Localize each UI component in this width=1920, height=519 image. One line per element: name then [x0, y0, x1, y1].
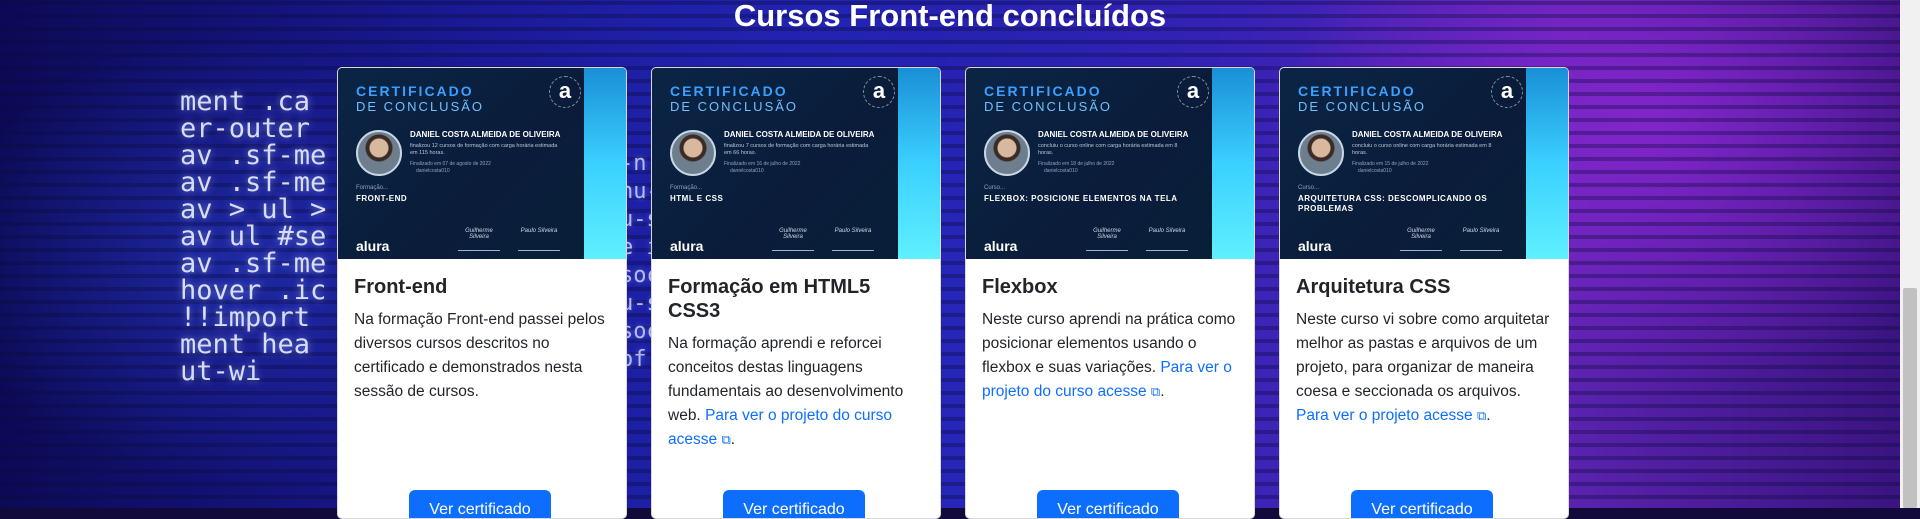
cert-subheading: DE CONCLUSÃO [1298, 99, 1427, 114]
cert-type-label: Curso... [984, 185, 1006, 191]
certificate-image: a CERTIFICADO DE CONCLUSÃO DANIEL COSTA … [966, 68, 1254, 259]
card-body: Flexbox Neste curso aprendi na prática c… [966, 259, 1254, 404]
signature-2: Paulo Silveira [832, 228, 874, 251]
alura-logo-icon: a [863, 76, 895, 108]
certificate-image: a CERTIFICADO DE CONCLUSÃO DANIEL COSTA … [338, 68, 626, 259]
alura-wordmark: alura [356, 238, 390, 254]
cert-heading: CERTIFICADO [984, 83, 1102, 99]
cert-username: danielcosta010 [416, 168, 450, 174]
card-text-end: . [730, 431, 736, 448]
alura-wordmark: alura [1298, 238, 1332, 254]
cert-description: concluiu o curso online com carga horári… [1038, 143, 1178, 156]
external-link-icon: ⧉ [1476, 408, 1487, 423]
card-title: Front-end [354, 276, 448, 298]
alura-logo-icon: a [549, 76, 581, 108]
avatar [356, 130, 402, 176]
card-description: Neste curso vi sobre como arquitetar mel… [1296, 311, 1550, 400]
cert-date: Finalizado em 07 de agosto de 2022 [410, 161, 491, 167]
background-code-left: ment .ca er-outer av .sf-me av .sf-me av… [180, 86, 327, 387]
cert-heading: CERTIFICADO [1298, 83, 1416, 99]
course-card: a CERTIFICADO DE CONCLUSÃO DANIEL COSTA … [965, 67, 1255, 519]
alura-logo-icon: a [1177, 76, 1209, 108]
cert-subheading: DE CONCLUSÃO [356, 99, 485, 114]
view-certificate-button[interactable]: Ver certificado [723, 490, 865, 518]
alura-logo-icon: a [1491, 76, 1523, 108]
cert-course-name: FLEXBOX: POSICIONE ELEMENTOS NA TELA [984, 194, 1178, 203]
section-title: Cursos Front-end concluídos [733, 0, 1167, 33]
card-body: Arquitetura CSS Neste curso vi sobre com… [1280, 259, 1568, 428]
cert-student-name: DANIEL COSTA ALMEIDA DE OLIVEIRA [1352, 130, 1503, 139]
cert-date: Finalizado em 18 de julho de 2022 [1038, 161, 1115, 167]
cert-description: concluiu o curso online com carga horári… [1352, 143, 1492, 156]
view-certificate-button[interactable]: Ver certificado [409, 490, 551, 518]
signature-2: Paulo Silveira [1460, 228, 1502, 251]
page-scrollbar[interactable] [1900, 0, 1920, 508]
signature-2: Paulo Silveira [518, 228, 560, 251]
certificate-image: a CERTIFICADO DE CONCLUSÃO DANIEL COSTA … [1280, 68, 1568, 259]
external-link-icon: ⧉ [721, 432, 731, 447]
cert-description: finalizou 7 cursos de formação com carga… [724, 143, 869, 156]
course-card: a CERTIFICADO DE CONCLUSÃO DANIEL COSTA … [651, 67, 941, 519]
alura-wordmark: alura [984, 238, 1018, 254]
cert-type-label: Curso... [1298, 185, 1320, 191]
cert-course-name: FRONT-END [356, 194, 408, 203]
card-text: Neste curso aprendi na prática como posi… [982, 308, 1238, 404]
certificate-band [898, 68, 940, 259]
cert-type-label: Formação... [670, 185, 703, 191]
card-text-end: . [1160, 383, 1165, 400]
card-body: Formação em HTML5 CSS3 Na formação apren… [652, 259, 940, 452]
course-card: a CERTIFICADO DE CONCLUSÃO DANIEL COSTA … [337, 67, 627, 519]
cert-type-label: Formação... [356, 185, 389, 191]
view-certificate-button[interactable]: Ver certificado [1037, 490, 1179, 518]
course-card: a CERTIFICADO DE CONCLUSÃO DANIEL COSTA … [1279, 67, 1569, 519]
cert-subheading: DE CONCLUSÃO [670, 99, 799, 114]
signature-1: Guilherme Silveira [1086, 228, 1128, 251]
card-title: Formação em HTML5 CSS3 [668, 276, 871, 322]
external-link-icon: ⧉ [1150, 384, 1161, 399]
scrollbar-thumb[interactable] [1903, 288, 1917, 508]
avatar [1298, 130, 1344, 176]
cert-username: danielcosta010 [1044, 168, 1078, 174]
cert-subheading: DE CONCLUSÃO [984, 99, 1113, 114]
cert-student-name: DANIEL COSTA ALMEIDA DE OLIVEIRA [724, 130, 875, 139]
cert-course-name: ARQUITETURA CSS: DESCOMPLICANDO OS PROBL… [1298, 194, 1488, 213]
signature-1: Guilherme Silveira [1400, 228, 1442, 251]
card-description: Na formação Front-end passei pelos diver… [354, 311, 605, 400]
signature-2: Paulo Silveira [1146, 228, 1188, 251]
cert-date: Finalizado em 15 de julho de 2022 [1352, 161, 1429, 167]
alura-wordmark: alura [670, 238, 704, 254]
card-body: Front-end Na formação Front-end passei p… [338, 259, 626, 404]
avatar [984, 130, 1030, 176]
cert-student-name: DANIEL COSTA ALMEIDA DE OLIVEIRA [410, 130, 561, 139]
cert-date: Finalizado em 16 de julho de 2022 [724, 161, 801, 167]
card-text: Na formação aprendi e reforcei conceitos… [668, 332, 924, 452]
certificate-band [1526, 68, 1568, 259]
card-text-end: . [1486, 407, 1491, 424]
cert-heading: CERTIFICADO [670, 83, 788, 99]
cert-heading: CERTIFICADO [356, 83, 474, 99]
signature-1: Guilherme Silveira [772, 228, 814, 251]
card-text: Neste curso vi sobre como arquitetar mel… [1296, 308, 1552, 428]
cert-username: danielcosta010 [730, 168, 764, 174]
project-link-label: Para ver o projeto acesse [1296, 407, 1473, 424]
certificate-band [584, 68, 626, 259]
cert-course-name: HTML E CSS [670, 194, 724, 203]
cert-description: finalizou 12 cursos de formação com carg… [410, 143, 558, 156]
course-cards: a CERTIFICADO DE CONCLUSÃO DANIEL COSTA … [337, 67, 1569, 519]
cert-student-name: DANIEL COSTA ALMEIDA DE OLIVEIRA [1038, 130, 1189, 139]
certificate-band [1212, 68, 1254, 259]
signature-1: Guilherme Silveira [458, 228, 500, 251]
avatar [670, 130, 716, 176]
card-title: Arquitetura CSS [1296, 276, 1451, 298]
card-text: Na formação Front-end passei pelos diver… [354, 308, 610, 404]
card-title: Flexbox [982, 276, 1058, 298]
view-certificate-button[interactable]: Ver certificado [1351, 490, 1493, 518]
cert-username: danielcosta010 [1358, 168, 1392, 174]
project-link[interactable]: Para ver o projeto acesse ⧉ [1296, 407, 1486, 424]
certificate-image: a CERTIFICADO DE CONCLUSÃO DANIEL COSTA … [652, 68, 940, 259]
